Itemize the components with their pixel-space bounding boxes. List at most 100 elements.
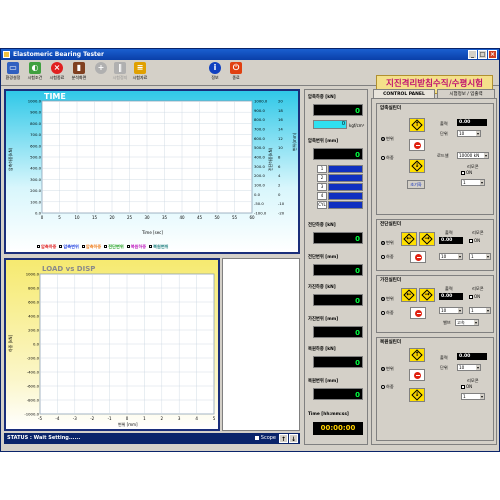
shear-load-radio[interactable]: 하중	[381, 254, 394, 260]
shear-remote-checkbox[interactable]: ON	[469, 238, 480, 243]
time-y-right2-tick: 10	[278, 145, 283, 150]
load-disp-chart: -5 -4 -3 -2 -1 0 1 2 3 4 51000.0800.0600.0400.0200…	[6, 260, 218, 429]
shear-stop-button[interactable]	[410, 251, 426, 263]
restore-up-button[interactable]: ↑	[409, 348, 425, 362]
info-button[interactable]: i 정보	[206, 62, 224, 84]
restore-disp-display: 0	[313, 388, 363, 400]
compress-disp-radio[interactable]: 변위	[381, 136, 394, 142]
restore-disp-radio[interactable]: 변위	[381, 366, 394, 372]
compress-stop-button[interactable]	[409, 139, 425, 151]
restore-group-title: 복원실린더	[380, 340, 402, 345]
minimize-button[interactable]: _	[468, 50, 477, 59]
legend-item[interactable]: 압축변위	[59, 244, 79, 250]
restore-load-radio[interactable]: 하중	[381, 384, 394, 390]
excite-left-button[interactable]: ←	[401, 288, 417, 302]
shear-right-button[interactable]: →	[419, 232, 435, 246]
legend-item[interactable]: 복원변위	[149, 244, 169, 250]
compress-up-button[interactable]: ↑	[409, 118, 425, 132]
close-window-button[interactable]: ×	[488, 50, 497, 59]
restore-load-label: 복원하중 [kN]	[308, 347, 336, 352]
shear-unit-select[interactable]: 10	[439, 253, 463, 260]
legend-item[interactable]: 압축하중	[37, 244, 56, 250]
test-pause-button[interactable]: ‖ 시험정지	[111, 62, 129, 84]
excite-right-button[interactable]: →	[419, 288, 435, 302]
shear-remote-select[interactable]: 1	[469, 253, 491, 260]
test-end-label: 시험종료	[49, 75, 65, 80]
init-button[interactable]: 초기화	[407, 180, 425, 189]
time-y-right2-tick: 18	[278, 108, 283, 113]
time-y-right2-tick: -20	[278, 211, 285, 216]
add-load-display: 0	[313, 294, 363, 306]
excite-remote-label: 리모콘	[472, 286, 484, 291]
tab-test-info[interactable]: 시험정보 / 입출력	[437, 89, 495, 98]
control-panel: 압축실린더 ↑ ↓ 변위 하중 초기화 출력 0.00 단위 10 로드셀 10…	[371, 98, 497, 445]
meters-panel: 압축하중 [kN] 0 0 kgf/cm² 압축변위 [mm] 0 1 2 3 …	[304, 89, 368, 445]
excite-load-radio[interactable]: 하중	[381, 310, 394, 316]
excite-group-title: 가진실린더	[380, 278, 402, 283]
radio-label: 하중	[386, 155, 394, 160]
time-display: 00:00:00	[313, 422, 363, 435]
analysis-button[interactable]: ▮ 분석화면	[70, 62, 88, 84]
excite-disp-radio[interactable]: 변위	[381, 296, 394, 302]
status-bar: STATUS : Wait Setting...... Scope ↑ ↓	[4, 433, 300, 444]
scroll-down-button[interactable]: ↓	[289, 434, 298, 443]
stop-icon	[415, 254, 422, 261]
legend-item[interactable]: 전단변위	[104, 244, 124, 250]
excite-cylinder-group: 가진실린더 변위 하중 ← → 출력 0.00 리모콘 ON 10 1 밸브 고…	[376, 275, 494, 333]
test-data-button[interactable]: ≡ 시험자료	[131, 62, 149, 84]
loadcell-select[interactable]: 10000 kN	[457, 152, 489, 159]
scope-checkbox[interactable]: Scope	[254, 433, 276, 444]
ld-y-tick: 0.0	[33, 342, 40, 347]
shear-disp-radio[interactable]: 변위	[381, 240, 394, 246]
shear-load-display: 0	[313, 232, 363, 244]
restore-unit-select[interactable]: 10	[457, 364, 481, 371]
cylinder-row: CYL	[317, 201, 363, 209]
tab-control-panel[interactable]: CONTROL PANEL	[373, 89, 435, 98]
restore-down-button[interactable]: ↓	[409, 388, 425, 402]
time-y-tick: 100.0	[30, 199, 41, 204]
blank-panel	[222, 258, 300, 431]
window-title: Elastomeric Bearing Tester	[13, 51, 104, 58]
compress-remote-checkbox[interactable]: ON	[461, 170, 472, 175]
compress-load-display: 0	[313, 104, 363, 116]
ld-ylabel: 하중 [kN]	[7, 334, 13, 352]
shear-disp-label: 전단변위 [mm]	[308, 255, 339, 260]
shear-output-display: 0.00	[439, 237, 463, 244]
compress-unit-select[interactable]: 10	[457, 130, 481, 137]
row-index: 3	[317, 183, 327, 191]
excite-remote-select[interactable]: 1	[469, 307, 491, 314]
valve-select[interactable]: 고속	[455, 319, 479, 326]
restore-cylinder-group: 복원실린더 ↑ ↓ 변위 하중 출력 0.00 단위 10 리모콘 ON 1	[376, 337, 494, 441]
compress-load-radio[interactable]: 하중	[381, 155, 394, 161]
shear-left-button[interactable]: ←	[401, 232, 417, 246]
time-x-tick: 30	[144, 215, 150, 220]
legend-item[interactable]: 압축하중	[81, 244, 101, 250]
chk-label: ON	[474, 238, 481, 243]
exit-button[interactable]: ⏻ 종료	[227, 62, 245, 84]
legend-item[interactable]: 복원하중	[126, 244, 146, 250]
ld-y-tick: 600.0	[28, 300, 39, 305]
test-condition-label: 시험조건	[27, 75, 43, 80]
test-condition-button[interactable]: ◐ 시험조건	[26, 62, 44, 84]
compress-output-display: 0.00	[457, 119, 487, 126]
compress-remote-select[interactable]: 1	[461, 179, 485, 186]
arrow-left-icon: ←	[406, 235, 412, 242]
test-end-button[interactable]: × 시험종료	[48, 62, 66, 84]
disabled-tool-1[interactable]: +	[92, 62, 110, 84]
time-x-tick: 10	[74, 215, 80, 220]
excite-output-label: 출력	[445, 286, 453, 291]
scroll-up-button[interactable]: ↑	[279, 434, 288, 443]
maximize-button[interactable]: □	[478, 50, 487, 59]
restore-remote-checkbox[interactable]: ON	[461, 384, 472, 389]
ld-chart-title: LOAD vs DISP	[42, 265, 95, 273]
excite-remote-checkbox[interactable]: ON	[469, 294, 480, 299]
excite-unit-select[interactable]: 10	[439, 307, 463, 314]
restore-remote-select[interactable]: 1	[461, 393, 485, 400]
compress-down-button[interactable]: ↓	[409, 159, 425, 173]
power-icon: ⏻	[230, 62, 242, 74]
restore-stop-button[interactable]	[409, 369, 425, 381]
compress-unit-label: 단위	[440, 131, 448, 136]
excite-stop-button[interactable]	[410, 307, 426, 319]
settings-button[interactable]: ▭ 환경설정	[4, 62, 22, 84]
time-x-tick: 5	[58, 215, 61, 220]
